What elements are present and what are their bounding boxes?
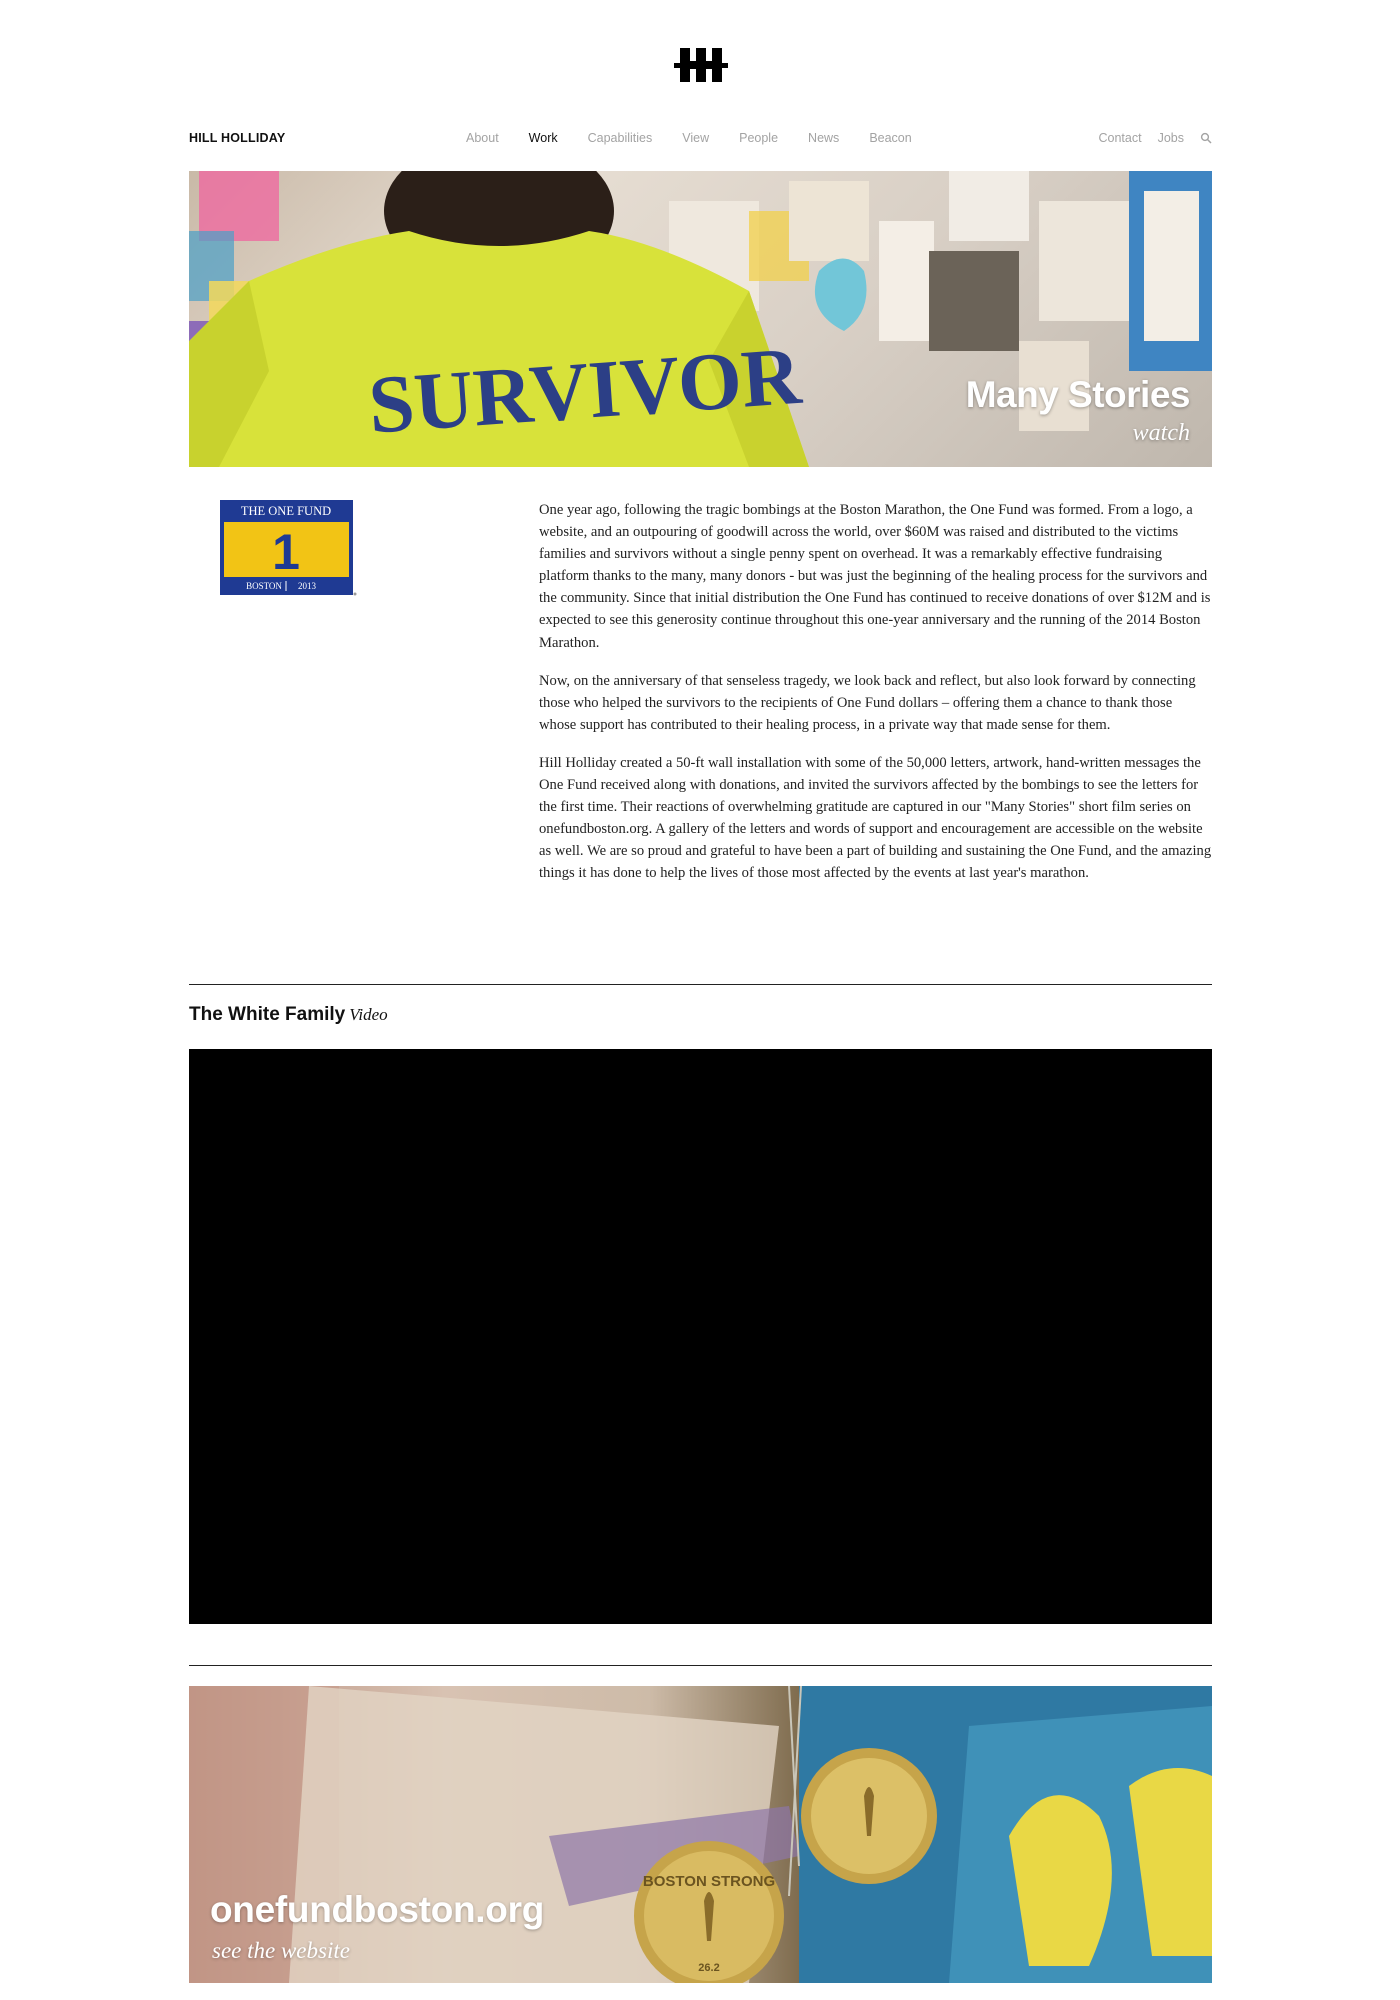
medal-number: 26.2 <box>698 1962 719 1974</box>
secondary-nav: Contact Jobs <box>1099 131 1213 145</box>
nav-about[interactable]: About <box>466 131 499 145</box>
onefund-logo: THE ONE FUND 1 BOSTON 2013 <box>220 500 357 596</box>
nav-capabilities[interactable]: Capabilities <box>588 131 653 145</box>
nav-work[interactable]: Work <box>529 131 558 145</box>
onefund-logo-city: BOSTON <box>246 581 282 591</box>
hero-watch-link[interactable]: watch <box>966 420 1190 447</box>
promo-see-website-link[interactable]: see the website <box>212 1938 350 1964</box>
onefund-logo-year: 2013 <box>298 581 317 591</box>
hh-logo-icon[interactable] <box>674 44 728 86</box>
nav-beacon[interactable]: Beacon <box>869 131 911 145</box>
video-tag: Video <box>349 1005 388 1024</box>
video-player[interactable] <box>189 1049 1212 1624</box>
promo-title[interactable]: onefundboston.org <box>210 1889 544 1931</box>
hero-banner[interactable]: SURVIVOR Many Stories watch <box>189 171 1212 467</box>
article-paragraph-2: Now, on the anniversary of that senseles… <box>539 672 1196 733</box>
hero-caption: Many Stories watch <box>966 374 1191 447</box>
video-title: The White Family <box>189 1004 346 1025</box>
search-icon[interactable] <box>1200 132 1212 144</box>
nav-contact[interactable]: Contact <box>1099 131 1142 145</box>
nav-view[interactable]: View <box>682 131 709 145</box>
main-nav: About Work Capabilities View People News… <box>466 131 942 145</box>
section-divider <box>189 1665 1212 1666</box>
article-body: One year ago, following the tragic bombi… <box>539 499 1213 901</box>
article-paragraph-1: One year ago, following the tragic bombi… <box>539 502 1211 651</box>
nav-people[interactable]: People <box>739 131 778 145</box>
article-paragraph-3: Hill Holliday created a 50-ft wall insta… <box>539 754 1212 882</box>
onefund-logo-title: THE ONE FUND <box>241 504 331 518</box>
website-promo-banner[interactable]: BOSTON STRONG 26.2 onefundboston.org see… <box>189 1686 1212 1983</box>
onefund-logo-number: 1 <box>272 524 300 580</box>
nav-jobs[interactable]: Jobs <box>1158 131 1184 145</box>
nav-news[interactable]: News <box>808 131 839 145</box>
hero-title[interactable]: Many Stories <box>966 374 1191 416</box>
medal-text: BOSTON STRONG <box>643 1873 775 1890</box>
video-section-title: The White Family Video <box>189 1004 388 1026</box>
section-divider <box>189 984 1212 985</box>
top-navigation: HILL HOLLIDAY About Work Capabilities Vi… <box>189 128 1212 152</box>
brand-name[interactable]: HILL HOLLIDAY <box>189 131 285 145</box>
